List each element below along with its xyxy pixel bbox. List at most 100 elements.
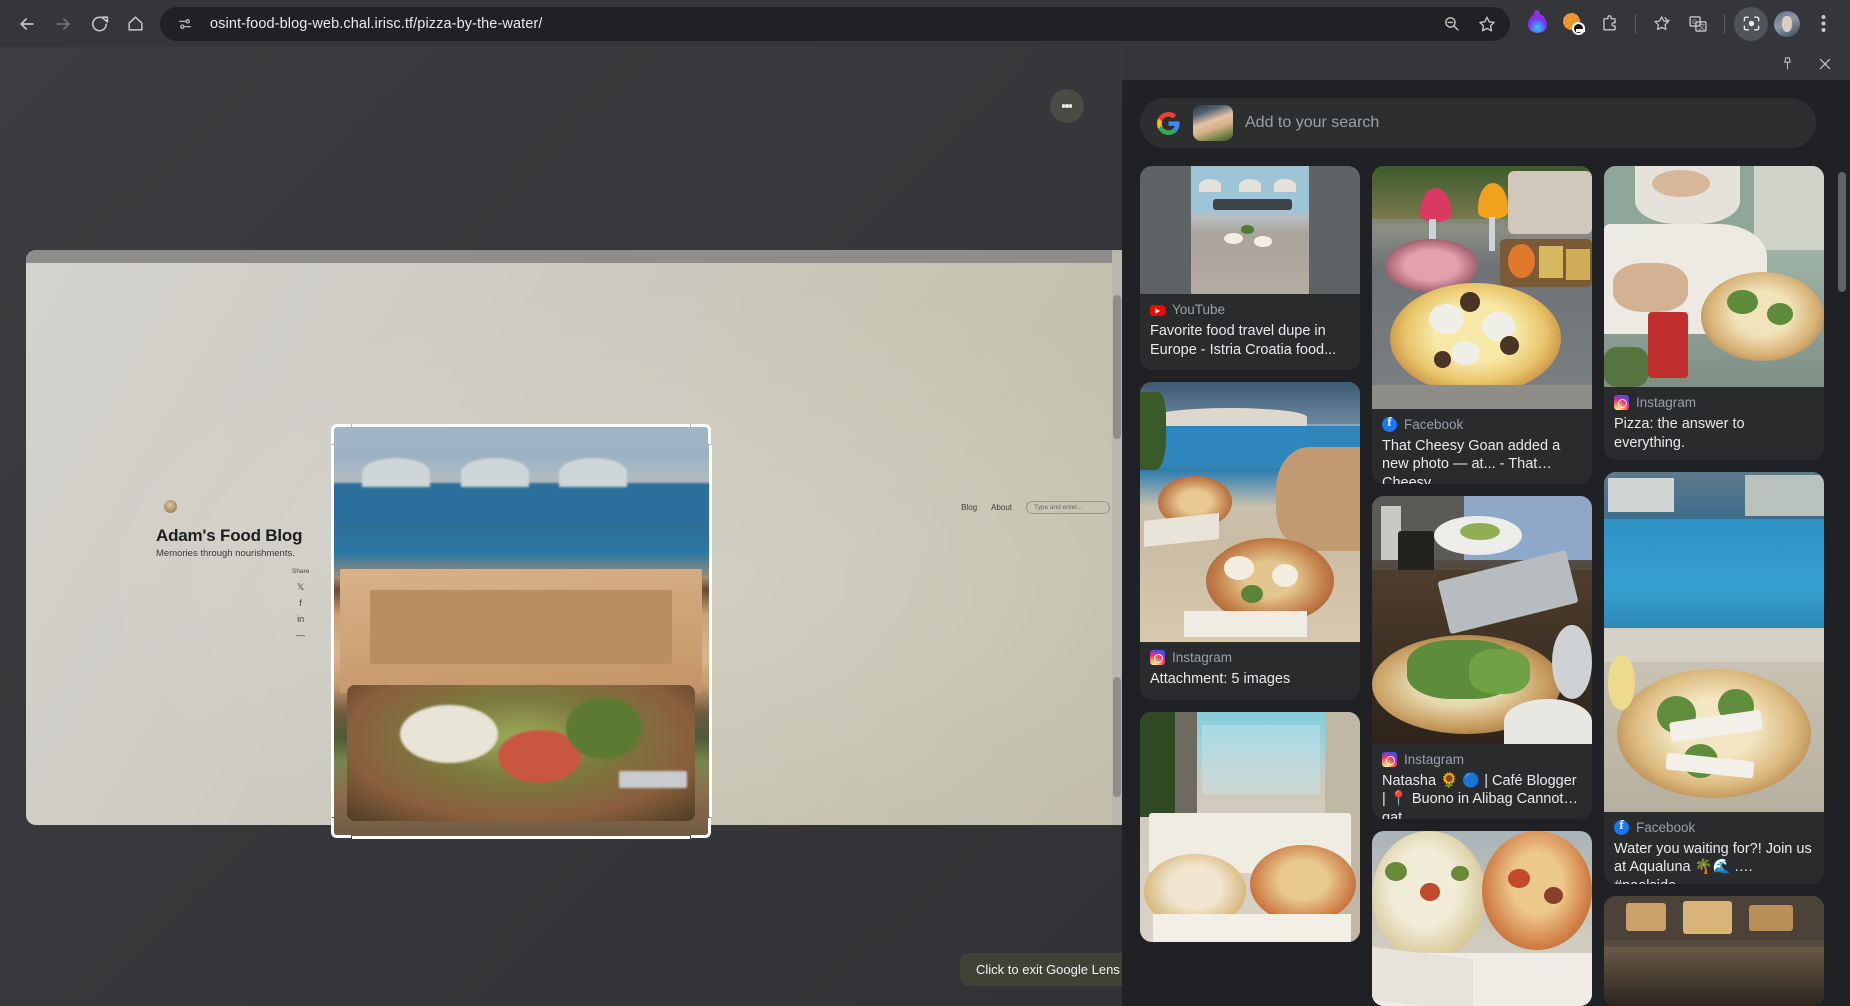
browser-toolbar: osint-food-blog-web.chal.irisc.tf/pizza-… — [0, 0, 1850, 47]
result-card[interactable]: Instagram Attachment: 5 images — [1140, 382, 1360, 700]
site-avatar-icon — [164, 500, 177, 513]
result-source: Instagram — [1372, 744, 1592, 769]
translate-icon[interactable]: G文 — [1681, 7, 1715, 41]
two-pizzas-hot-delicious-photo[interactable] — [1372, 830, 1592, 1006]
instagram-icon — [1150, 650, 1165, 666]
result-card[interactable] — [1604, 896, 1824, 1006]
result-source-name: Instagram — [1404, 751, 1465, 767]
forward-arrow-icon[interactable] — [46, 7, 80, 41]
linkedin-icon[interactable]: in — [297, 615, 304, 624]
result-source: Facebook — [1372, 409, 1592, 434]
side-panel-titlebar — [1122, 47, 1850, 80]
lens-handle-bottom-left[interactable] — [331, 818, 351, 838]
result-source: Instagram — [1604, 387, 1824, 412]
blog-search-placeholder: Type and enter... — [1034, 504, 1083, 511]
link-icon[interactable]: — — [296, 631, 305, 640]
share-rail: Share 𝕏 f in — — [292, 568, 309, 640]
results-column-2: Facebook That Cheesy Goan added a new ph… — [1372, 166, 1592, 1006]
results-column-3: Instagram Pizza: the answer to everythin… — [1604, 166, 1824, 1006]
bookmark-star-outline-icon[interactable] — [1645, 7, 1679, 41]
blog-search-input[interactable]: Type and enter... — [1026, 501, 1110, 514]
side-panel-body: Add to your search YouTube Favorite food… — [1122, 80, 1850, 1006]
result-title[interactable]: That Cheesy Goan added a new photo — at.… — [1372, 434, 1592, 484]
facebook-icon — [1382, 414, 1397, 432]
page-top-bar — [26, 250, 1122, 263]
google-lens-icon[interactable] — [1734, 6, 1768, 41]
pizza-on-pebble-beach-photo[interactable] — [1140, 166, 1360, 294]
address-bar-url[interactable]: osint-food-blog-web.chal.irisc.tf/pizza-… — [210, 16, 542, 32]
profile-avatar-icon[interactable] — [1770, 7, 1804, 41]
selected-image-thumbnail[interactable] — [1193, 105, 1233, 141]
lens-results-grid: YouTube Favorite food travel dupe in Eur… — [1140, 166, 1824, 1006]
lens-handle-top-left[interactable] — [331, 424, 351, 444]
web-page-viewport: Adam's Food Blog Memories through nouris… — [0, 47, 1122, 1006]
result-card[interactable]: Facebook Water you waiting for?! Join us… — [1604, 471, 1824, 885]
close-icon[interactable] — [1814, 53, 1836, 75]
side-panel-scrollbar[interactable] — [1838, 172, 1846, 292]
instagram-icon — [1382, 751, 1397, 767]
lens-handle-bottom-right[interactable] — [691, 818, 711, 838]
chrome-menu-icon[interactable] — [1806, 7, 1840, 41]
result-card[interactable]: Instagram Pizza: the answer to everythin… — [1604, 166, 1824, 460]
lens-selection-box[interactable] — [330, 423, 712, 839]
adblock-extension-icon[interactable] — [1556, 7, 1590, 41]
truffle-pizza-and-cocktails-photo[interactable] — [1372, 166, 1592, 409]
result-card[interactable] — [1372, 830, 1592, 1006]
puzzle-extensions-icon[interactable] — [1592, 7, 1626, 41]
flame-extension-icon[interactable] — [1520, 7, 1554, 41]
add-to-search-bar[interactable]: Add to your search — [1140, 98, 1816, 148]
nav-item-about[interactable]: About — [991, 503, 1012, 512]
bookmark-star-icon[interactable] — [1470, 7, 1504, 41]
two-pizzas-by-the-pool-photo[interactable] — [1140, 382, 1360, 643]
toolbar-divider-2 — [1724, 13, 1725, 34]
result-source-name: Facebook — [1404, 416, 1464, 432]
twitter-icon[interactable]: 𝕏 — [297, 583, 304, 592]
google-lens-side-panel: Add to your search YouTube Favorite food… — [1122, 47, 1850, 1006]
restaurant-interior-photo[interactable] — [1604, 896, 1824, 1006]
address-bar[interactable]: osint-food-blog-web.chal.irisc.tf/pizza-… — [160, 6, 1510, 41]
google-g-icon — [1156, 111, 1181, 136]
youtube-icon — [1150, 305, 1165, 316]
add-to-search-placeholder: Add to your search — [1245, 114, 1380, 131]
zoom-out-icon[interactable] — [1434, 7, 1468, 41]
pin-icon[interactable] — [1776, 53, 1798, 75]
result-title[interactable]: Attachment: 5 images — [1140, 667, 1360, 700]
lens-handle-top-right[interactable] — [691, 424, 711, 444]
share-label: Share — [292, 568, 310, 575]
svg-text:文: 文 — [1698, 22, 1705, 31]
result-source-name: Facebook — [1636, 819, 1696, 835]
page-overflow-menu-icon[interactable] — [1050, 89, 1084, 123]
facebook-icon[interactable]: f — [299, 599, 302, 608]
pizza-by-poolside-photo[interactable] — [1604, 471, 1824, 812]
result-source-name: Instagram — [1172, 650, 1233, 666]
arugula-pizza-on-board-photo[interactable] — [1372, 495, 1592, 744]
site-settings-icon[interactable] — [172, 11, 198, 37]
pizza-box-on-balcony-photo[interactable] — [1140, 711, 1360, 942]
result-card[interactable] — [1140, 711, 1360, 942]
result-title[interactable]: Pizza: the answer to everything. — [1604, 412, 1824, 459]
home-icon[interactable] — [118, 7, 152, 41]
exit-lens-tooltip: Click to exit Google Lens — [960, 953, 1122, 986]
result-source-name: YouTube — [1172, 302, 1226, 317]
result-card[interactable]: Facebook That Cheesy Goan added a new ph… — [1372, 166, 1592, 484]
blog-nav: Blog About Type and enter... — [961, 501, 1110, 514]
result-source: Facebook — [1604, 812, 1824, 837]
results-column-1: YouTube Favorite food travel dupe in Eur… — [1140, 166, 1360, 1006]
lens-selection-region[interactable] — [330, 423, 712, 839]
result-source-name: Instagram — [1636, 395, 1697, 411]
page-scrollbar-thumb[interactable] — [1113, 295, 1121, 439]
result-card[interactable]: YouTube Favorite food travel dupe in Eur… — [1140, 166, 1360, 371]
instagram-icon — [1614, 395, 1629, 411]
woman-eating-pizza-photo[interactable] — [1604, 166, 1824, 388]
nav-item-blog[interactable]: Blog — [961, 503, 977, 512]
facebook-icon — [1614, 817, 1629, 835]
result-title[interactable]: Water you waiting for?! Join us at Aqual… — [1604, 837, 1824, 885]
blog-title: Adam's Food Blog — [156, 526, 303, 545]
result-card[interactable]: Instagram Natasha 🌻 🔵 | Café Blogger | 📍… — [1372, 495, 1592, 819]
page-scrollbar-thumb-lower[interactable] — [1113, 677, 1121, 797]
reload-icon[interactable] — [82, 7, 116, 41]
blog-subtitle: Memories through nourishments. — [156, 548, 295, 559]
result-title[interactable]: Natasha 🌻 🔵 | Café Blogger | 📍 Buono in … — [1372, 769, 1592, 819]
back-arrow-icon[interactable] — [10, 7, 44, 41]
result-title[interactable]: Favorite food travel dupe in Europe - Is… — [1140, 319, 1360, 370]
